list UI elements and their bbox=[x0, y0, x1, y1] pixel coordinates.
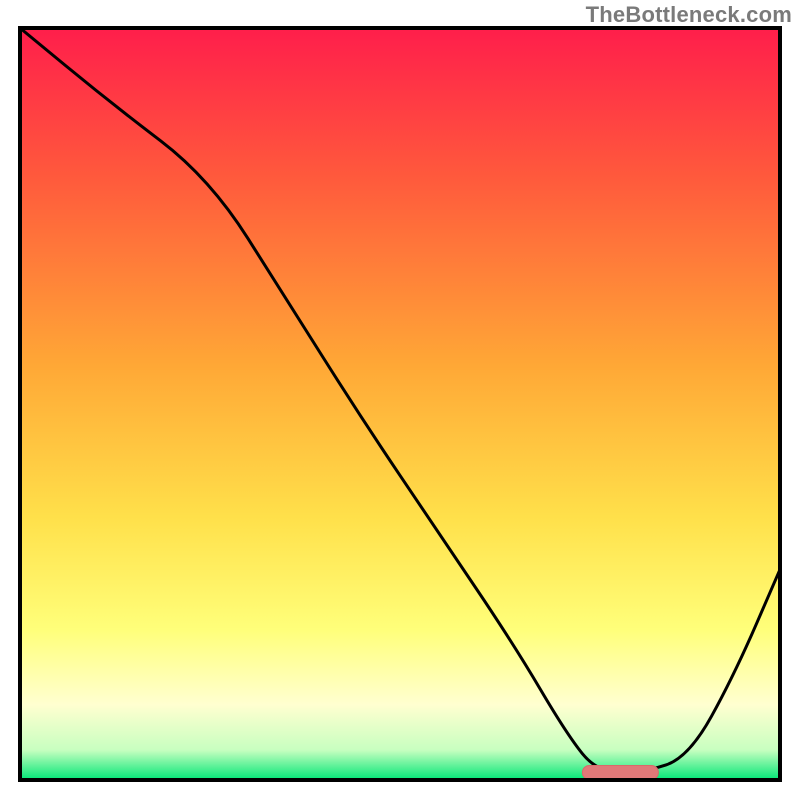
chart-container: TheBottleneck.com bbox=[0, 0, 800, 800]
watermark-text: TheBottleneck.com bbox=[586, 2, 792, 28]
bottleneck-chart bbox=[0, 0, 800, 800]
plot-background bbox=[20, 28, 780, 780]
optimum-marker bbox=[582, 765, 658, 779]
